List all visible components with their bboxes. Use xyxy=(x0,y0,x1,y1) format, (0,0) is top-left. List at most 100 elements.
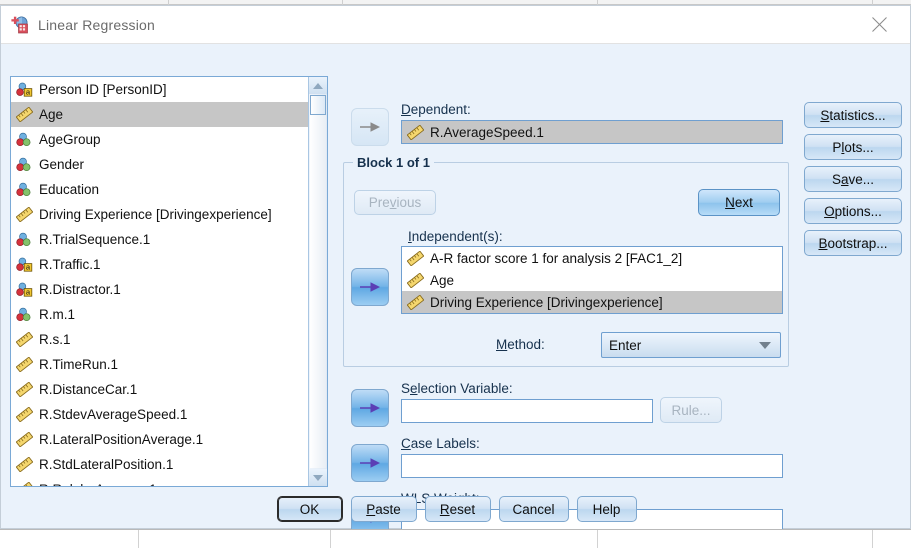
nominal-icon xyxy=(16,132,33,147)
bootstrap-button[interactable]: Bootstrap... xyxy=(804,230,902,256)
selection-variable-label: Selection Variable: xyxy=(401,381,513,396)
variable-label: R.DistanceCar.1 xyxy=(39,382,138,397)
scroll-up-icon[interactable] xyxy=(309,77,327,94)
nominal-string-icon: a xyxy=(16,257,33,272)
variable-label: AgeGroup xyxy=(39,132,101,147)
variable-label: Education xyxy=(39,182,100,197)
variable-label: Driving Experience [Drivingexperience] xyxy=(430,294,663,310)
list-item[interactable]: R.RalphaAverage.1 xyxy=(11,477,308,486)
list-item[interactable]: a Person ID [PersonID] xyxy=(11,77,308,102)
variable-label: Person ID [PersonID] xyxy=(39,82,167,97)
scrollbar-thumb[interactable] xyxy=(310,95,326,115)
scale-icon xyxy=(406,272,425,288)
options-button[interactable]: Options... xyxy=(804,198,902,224)
move-to-selection-variable-button[interactable] xyxy=(351,389,389,427)
variable-label: R.TimeRun.1 xyxy=(39,357,119,372)
independent-list-item[interactable]: Age xyxy=(402,269,782,291)
transfer-arrow-icon xyxy=(360,403,380,413)
independent-list-item[interactable]: Driving Experience [Drivingexperience] xyxy=(402,291,782,313)
rule-button[interactable]: Rule... xyxy=(660,397,722,423)
list-item[interactable]: a R.Distractor.1 xyxy=(11,277,308,302)
scale-icon xyxy=(15,106,34,123)
move-to-case-labels-button[interactable] xyxy=(351,444,389,482)
paste-button[interactable]: Paste xyxy=(350,496,417,522)
method-value: Enter xyxy=(609,337,642,353)
scale-icon xyxy=(406,294,425,310)
nominal-string-icon: a xyxy=(16,282,33,297)
list-item[interactable]: R.StdLateralPosition.1 xyxy=(11,452,308,477)
nominal-icon xyxy=(16,157,33,172)
variable-label: A-R factor score 1 for analysis 2 [FAC1_… xyxy=(430,250,683,266)
variable-label: Age xyxy=(430,272,455,288)
variable-label: R.s.1 xyxy=(39,332,71,347)
list-item[interactable]: R.LateralPositionAverage.1 xyxy=(11,427,308,452)
scale-icon xyxy=(15,456,34,473)
variable-label: Gender xyxy=(39,157,85,172)
list-item[interactable]: R.TrialSequence.1 xyxy=(11,227,308,252)
variable-label: R.TrialSequence.1 xyxy=(39,232,151,247)
variable-label: Driving Experience [Drivingexperience] xyxy=(39,207,272,222)
move-to-dependent-button[interactable] xyxy=(351,108,389,146)
previous-button[interactable]: Previous xyxy=(354,190,436,215)
variable-label: R.LateralPositionAverage.1 xyxy=(39,432,204,447)
list-item[interactable]: R.s.1 xyxy=(11,327,308,352)
independents-label: Independent(s): xyxy=(408,229,503,244)
list-item[interactable]: Driving Experience [Drivingexperience] xyxy=(11,202,308,227)
chevron-down-icon xyxy=(759,342,771,349)
nominal-string-icon: a xyxy=(16,82,33,97)
linear-regression-dialog: Linear Regression a Person ID [PersonID] A… xyxy=(0,5,911,537)
list-item[interactable]: Age xyxy=(11,102,308,127)
list-item[interactable]: R.m.1 xyxy=(11,302,308,327)
method-select[interactable]: Enter xyxy=(601,332,781,358)
statistics-button[interactable]: Statistics... xyxy=(804,102,902,128)
background-spreadsheet-bottom xyxy=(0,529,911,548)
transfer-arrow-icon xyxy=(360,282,380,292)
source-variable-list-items[interactable]: a Person ID [PersonID] Age AgeGroup Gender Ed… xyxy=(11,77,308,486)
list-item[interactable]: Education xyxy=(11,177,308,202)
scrollbar-track[interactable] xyxy=(310,115,326,468)
scroll-down-icon[interactable] xyxy=(309,469,327,486)
source-list-scrollbar[interactable] xyxy=(308,77,327,486)
scale-icon xyxy=(15,481,34,486)
dialog-button-row: OK Paste Reset Cancel Help xyxy=(1,496,911,522)
source-variable-list[interactable]: a Person ID [PersonID] Age AgeGroup Gender Ed… xyxy=(10,76,328,487)
block-legend: Block 1 of 1 xyxy=(353,155,434,170)
scale-icon xyxy=(15,381,34,398)
dialog-title: Linear Regression xyxy=(38,16,156,33)
help-button[interactable]: Help xyxy=(576,496,637,522)
variable-label: R.Distractor.1 xyxy=(39,282,121,297)
case-labels-input[interactable] xyxy=(401,454,783,478)
list-item[interactable]: a R.Traffic.1 xyxy=(11,252,308,277)
reset-button[interactable]: Reset xyxy=(424,496,491,522)
list-item[interactable]: R.StdevAverageSpeed.1 xyxy=(11,402,308,427)
close-icon[interactable] xyxy=(856,6,902,43)
variable-label: R.m.1 xyxy=(39,307,76,322)
rule-label: Rule... xyxy=(671,402,711,418)
list-item[interactable]: AgeGroup xyxy=(11,127,308,152)
cancel-button[interactable]: Cancel xyxy=(498,496,569,522)
selection-variable-input[interactable] xyxy=(401,399,653,423)
dialog-titlebar: Linear Regression xyxy=(1,6,910,44)
nominal-icon xyxy=(16,307,33,322)
list-item[interactable]: R.DistanceCar.1 xyxy=(11,377,308,402)
independents-list[interactable]: A-R factor score 1 for analysis 2 [FAC1_… xyxy=(401,246,783,314)
case-labels-label: Case Labels: xyxy=(401,436,480,451)
dependent-field[interactable]: R.AverageSpeed.1 xyxy=(401,120,783,144)
save-button[interactable]: Save... xyxy=(804,166,902,192)
side-button-column: Statistics... Plots... Save... Options... Bo… xyxy=(804,102,902,262)
next-button[interactable]: Next xyxy=(698,189,780,216)
transfer-arrow-icon xyxy=(360,458,380,468)
list-item[interactable]: R.TimeRun.1 xyxy=(11,352,308,377)
scale-icon xyxy=(15,356,34,373)
variable-label: R.Traffic.1 xyxy=(39,257,101,272)
variable-label: R.StdLateralPosition.1 xyxy=(39,457,174,472)
method-label: Method: xyxy=(496,337,545,352)
ok-button[interactable]: OK xyxy=(276,496,343,522)
plots-button[interactable]: Plots... xyxy=(804,134,902,160)
dialog-body: a Person ID [PersonID] Age AgeGroup Gender Ed… xyxy=(1,44,911,537)
move-to-independents-button[interactable] xyxy=(351,268,389,306)
list-item[interactable]: Gender xyxy=(11,152,308,177)
variable-label: R.StdevAverageSpeed.1 xyxy=(39,407,188,422)
independent-list-item[interactable]: A-R factor score 1 for analysis 2 [FAC1_… xyxy=(402,247,782,269)
nominal-icon xyxy=(16,232,33,247)
